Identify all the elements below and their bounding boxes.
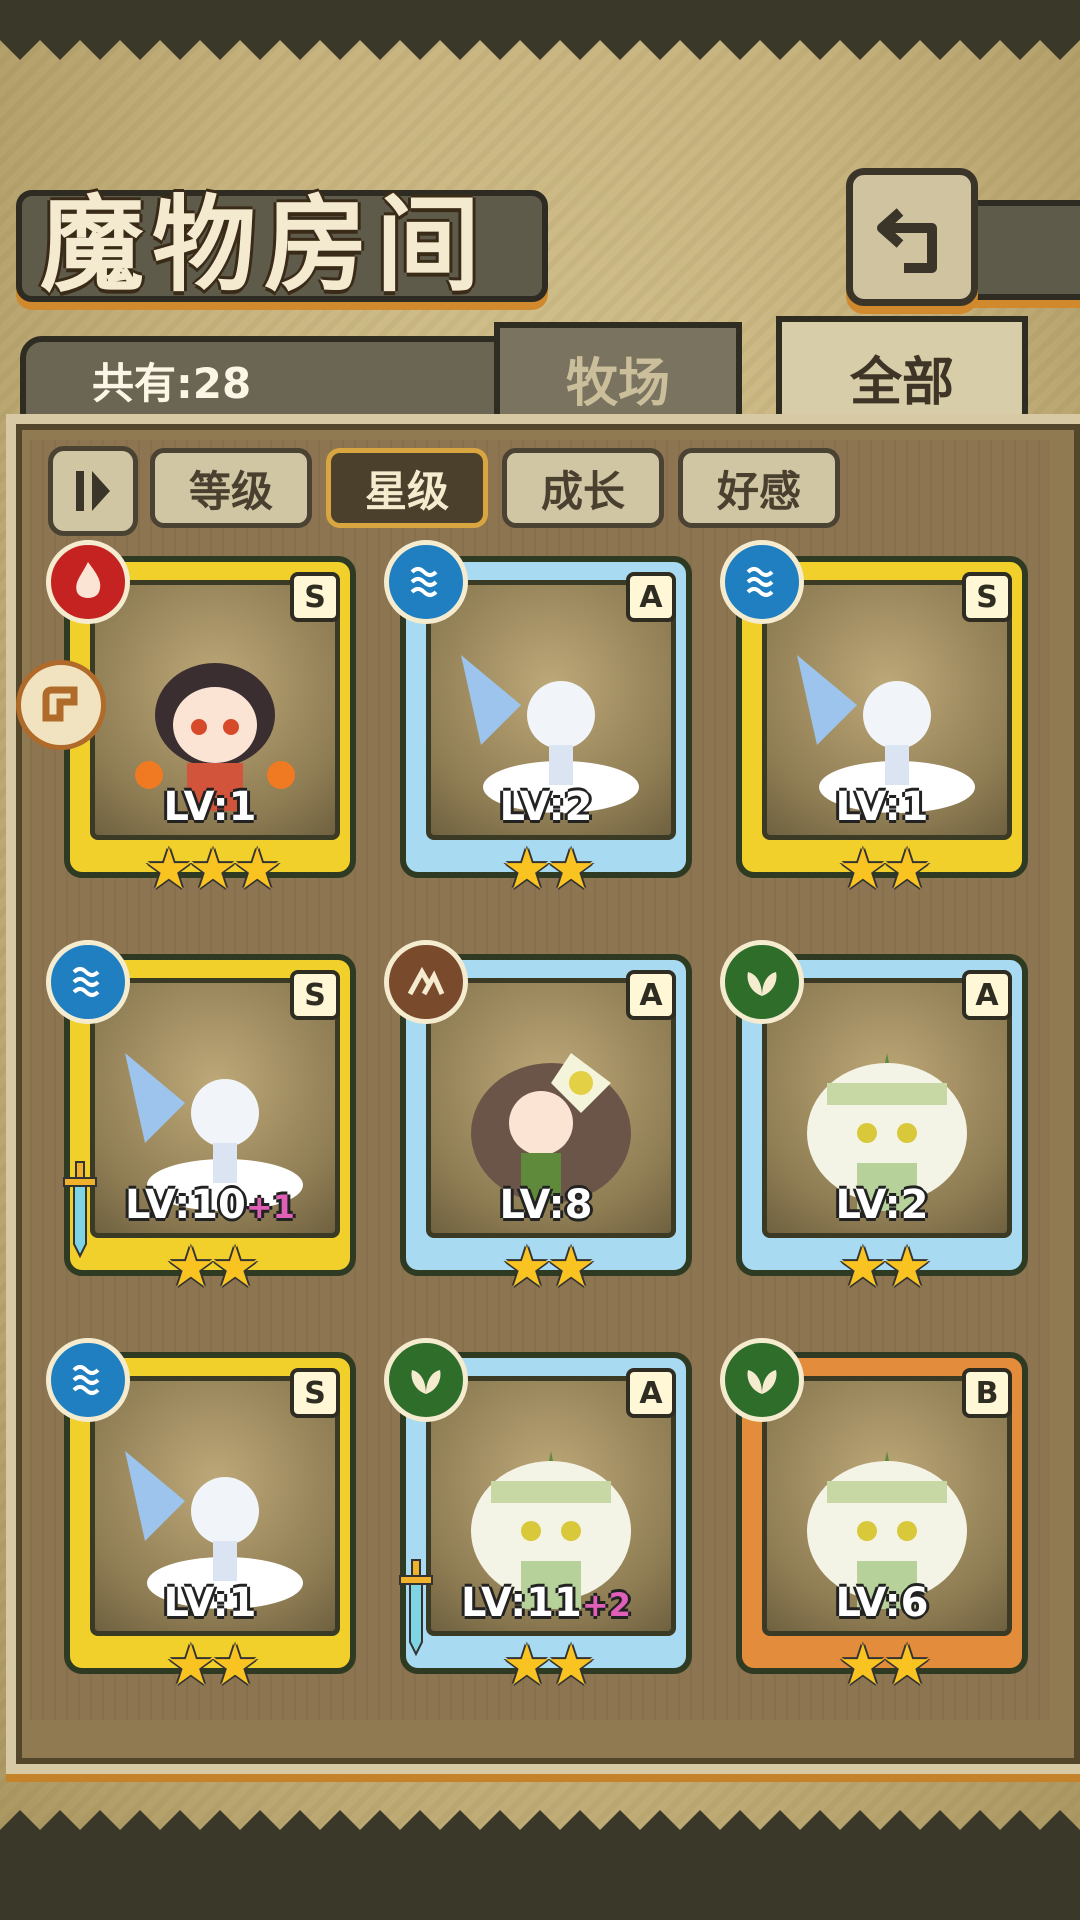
star-rating: ★★ (501, 1235, 596, 1300)
plant-icon (720, 1338, 804, 1422)
level-label: LV:2 (835, 1182, 929, 1228)
rank-badge: A (626, 1368, 676, 1418)
earth-icon (384, 940, 468, 1024)
plant-icon (720, 940, 804, 1024)
page-title: 魔物房间 (40, 183, 489, 306)
tab-label: 牧场 (565, 352, 670, 414)
star-rating: ★★ (837, 1633, 932, 1698)
top-border (0, 0, 1080, 60)
sort-label: 成长 (540, 466, 625, 516)
level-label: LV:10+1 (125, 1182, 295, 1228)
sort-label: 好感 (716, 466, 801, 516)
return-icon (877, 208, 937, 273)
plant-icon (384, 1338, 468, 1422)
star-rating: ★★ (501, 837, 596, 902)
sort-order-toggle[interactable] (48, 446, 138, 536)
level-label: LV:2 (499, 784, 593, 830)
level-label: LV:1 (163, 784, 257, 830)
rank-badge: S (290, 572, 340, 622)
rank-badge: S (962, 572, 1012, 622)
sort-label: 等级 (188, 466, 273, 516)
sort-star-button[interactable]: 星级 (326, 448, 488, 528)
sort-level-button[interactable]: 等级 (150, 448, 312, 528)
water-icon (46, 1338, 130, 1422)
bottom-border (0, 1810, 1080, 1920)
tab-label: 全部 (849, 351, 954, 413)
sort-growth-button[interactable]: 成长 (502, 448, 664, 528)
rank-badge: A (626, 572, 676, 622)
back-button[interactable] (846, 168, 978, 306)
rank-badge: S (290, 1368, 340, 1418)
level-label: LV:6 (835, 1580, 929, 1626)
water-icon (384, 540, 468, 624)
sort-toggle-icon (76, 471, 110, 511)
rank-badge: B (962, 1368, 1012, 1418)
sword-icon (63, 1161, 97, 1259)
level-label: LV:1 (835, 784, 929, 830)
star-rating: ★★ (837, 837, 932, 902)
back-button-tail (968, 200, 1080, 300)
water-icon (720, 540, 804, 624)
rank-badge: A (962, 970, 1012, 1020)
level-label: LV:11+2 (461, 1580, 631, 1626)
lock-icon[interactable] (16, 660, 106, 750)
sort-affection-button[interactable]: 好感 (678, 448, 840, 528)
sort-label: 星级 (364, 466, 449, 516)
star-rating: ★★ (165, 1633, 260, 1698)
level-label: LV:1 (163, 1580, 257, 1626)
star-rating: ★★★ (143, 837, 283, 902)
rank-badge: S (290, 970, 340, 1020)
monster-count: 共有:28 (92, 359, 252, 408)
star-rating: ★★ (837, 1235, 932, 1300)
fire-icon (46, 540, 130, 624)
rank-badge: A (626, 970, 676, 1020)
star-rating: ★★ (501, 1633, 596, 1698)
star-rating: ★★ (165, 1235, 260, 1300)
level-label: LV:8 (499, 1182, 593, 1228)
sword-icon (399, 1559, 433, 1657)
water-icon (46, 940, 130, 1024)
